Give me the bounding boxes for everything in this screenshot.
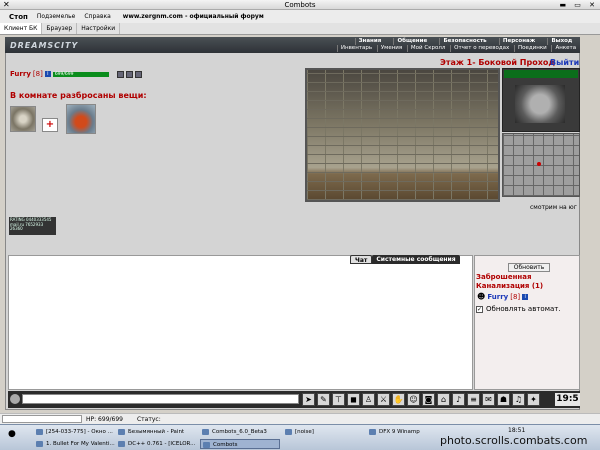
player-status: Furry [8] i 699/699 bbox=[10, 70, 142, 78]
chat-area[interactable] bbox=[8, 255, 473, 390]
player-level: [8] bbox=[32, 70, 43, 78]
player-marker-icon bbox=[537, 162, 541, 166]
nav-my-scroll[interactable]: Мой Скролл bbox=[406, 45, 448, 52]
room-items-title: В комнате разбросаны вещи: bbox=[10, 91, 147, 100]
close-icon[interactable]: ✕ bbox=[3, 0, 10, 10]
send-icon[interactable]: ➤ bbox=[302, 393, 315, 406]
mail-icon[interactable]: ✉ bbox=[482, 393, 495, 406]
online-user-name[interactable]: Furry bbox=[487, 293, 508, 301]
filter-icon[interactable]: ⊤ bbox=[332, 393, 345, 406]
task-item[interactable]: DFX 9 Winamp bbox=[367, 427, 420, 437]
client-tabs: Клиент БК Браузер Настройки bbox=[0, 23, 600, 35]
dreamscity-logo: DREAMSCITY bbox=[10, 41, 79, 50]
hp-bar: 699/699 bbox=[52, 71, 109, 77]
chat-toolbar: ➤ ✎ ⊤ ◼ ♙ ⚔ ✋ ☺ ◙ ⌂ ♪ ≡ ✉ ☗ ♫ ✦ bbox=[302, 393, 540, 406]
tab-client[interactable]: Клиент БК bbox=[0, 23, 43, 34]
task-item[interactable]: Безымянный - Paint bbox=[116, 427, 184, 437]
auto-update-label: Обновлять автомат. bbox=[486, 305, 561, 313]
forum-link[interactable]: www.zergnm.com - официальный форум bbox=[123, 13, 264, 20]
scroll-icon[interactable]: ≡ bbox=[467, 393, 480, 406]
status-field bbox=[2, 415, 82, 423]
hp-status: HP: 699/699 bbox=[86, 415, 123, 423]
nav-communication[interactable]: Общение bbox=[393, 38, 430, 45]
status-bar: HP: 699/699 Статус: bbox=[0, 413, 600, 424]
nav-profile[interactable]: Анкета bbox=[551, 45, 579, 52]
exit-link[interactable]: Выйти bbox=[550, 58, 579, 67]
nav-security[interactable]: Безопасность bbox=[439, 38, 489, 45]
clear-icon[interactable]: ✎ bbox=[317, 393, 330, 406]
task-item[interactable]: 1. Bullet For My Valenti... bbox=[34, 439, 115, 449]
map-icon[interactable]: ⌂ bbox=[437, 393, 450, 406]
window-controls[interactable]: ▬ ▭ ✕ bbox=[559, 0, 598, 10]
player-name[interactable]: Furry bbox=[10, 70, 31, 78]
info-icon[interactable]: i bbox=[522, 293, 529, 300]
nav-character[interactable]: Персонаж bbox=[498, 38, 538, 45]
item-nut[interactable] bbox=[10, 106, 36, 132]
tab-chat[interactable]: Чат bbox=[350, 255, 373, 264]
user-icon: ☻ bbox=[477, 292, 486, 301]
bag-icon[interactable]: ◙ bbox=[422, 393, 435, 406]
watermark: photo.scrolls.combats.com bbox=[440, 434, 588, 447]
info-icon[interactable]: i bbox=[44, 71, 51, 77]
tab-browser[interactable]: Браузер bbox=[42, 23, 78, 34]
nav-duels[interactable]: Поединки bbox=[513, 45, 550, 52]
task-item[interactable]: [noise] bbox=[283, 427, 314, 437]
window-title: Combots bbox=[284, 1, 316, 9]
stop-button[interactable]: Стоп bbox=[9, 13, 28, 21]
counter-visits: 26360 bbox=[10, 226, 23, 231]
task-item-active[interactable]: Combots bbox=[200, 439, 280, 449]
nav-top: Знания Общение Безопасность Персонаж Вых… bbox=[350, 38, 580, 45]
online-user: ☻ Furry [8] i bbox=[477, 292, 529, 301]
nav-knowledge[interactable]: Знания bbox=[354, 38, 385, 45]
chat-input[interactable] bbox=[22, 394, 299, 404]
users-icon[interactable]: ☗ bbox=[497, 393, 510, 406]
nav-inventory[interactable]: Инвентарь bbox=[336, 45, 375, 52]
refresh-button[interactable]: Обновить bbox=[508, 263, 550, 272]
game-clock: 19:5 bbox=[555, 393, 580, 406]
nav-transfer-report[interactable]: Отчет о переводах bbox=[450, 45, 512, 52]
item-first-aid[interactable]: + bbox=[42, 118, 58, 132]
nav-skills[interactable]: Умения bbox=[376, 45, 405, 52]
task-item[interactable]: [254-033-775] - Окно ... bbox=[34, 427, 113, 437]
fight-icon[interactable]: ⚔ bbox=[377, 393, 390, 406]
chat-tabs: Чат Системные сообщения bbox=[350, 255, 460, 264]
looking-direction: смотрим на юг bbox=[530, 204, 577, 211]
compass-icon[interactable] bbox=[515, 85, 565, 123]
hand-icon[interactable]: ✋ bbox=[392, 393, 405, 406]
location-title: Этаж 1- Боковой Проход bbox=[440, 58, 555, 67]
shield-icon[interactable] bbox=[134, 70, 142, 78]
menu-item-dungeon[interactable]: Подземелье bbox=[37, 13, 76, 20]
tray-clock: 18:51 bbox=[508, 427, 526, 434]
tab-settings[interactable]: Настройки bbox=[77, 23, 121, 34]
zone-title: Заброшенная Канализация (1) bbox=[476, 273, 544, 290]
auto-update-checkbox[interactable]: ✓ bbox=[476, 305, 483, 313]
item-potion[interactable] bbox=[66, 104, 96, 134]
music-icon[interactable]: ♪ bbox=[452, 393, 465, 406]
bell-icon[interactable]: ♫ bbox=[512, 393, 525, 406]
turn-bar[interactable] bbox=[504, 70, 578, 78]
menu-item-help[interactable]: Справка bbox=[84, 13, 110, 20]
online-user-level: [8] bbox=[510, 292, 521, 301]
shield-icon[interactable] bbox=[116, 70, 124, 78]
rating-counters[interactable]: RATING 0440333545 mail.ru 7652933 26360 bbox=[9, 217, 56, 235]
room-view bbox=[305, 68, 500, 202]
mute-icon[interactable]: ◼ bbox=[347, 393, 360, 406]
task-item[interactable]: Combots_6.0_Beta3 bbox=[200, 427, 267, 437]
window-titlebar: ✕ Combots ▬ ▭ ✕ bbox=[0, 0, 600, 10]
nav-exit[interactable]: Выход bbox=[547, 38, 575, 45]
menu-bar: Стоп Подземелье Справка www.zergnm.com -… bbox=[0, 10, 600, 23]
status-label: Статус: bbox=[136, 415, 161, 423]
shield-icon[interactable] bbox=[125, 70, 133, 78]
magic-icon[interactable]: ✦ bbox=[527, 393, 540, 406]
minimap bbox=[502, 133, 580, 197]
walk-icon[interactable]: ♙ bbox=[362, 393, 375, 406]
hp-value: 699/699 bbox=[54, 71, 74, 77]
smile-icon[interactable]: ☺ bbox=[407, 393, 420, 406]
tab-system-messages[interactable]: Системные сообщения bbox=[372, 255, 460, 264]
auto-update-row: ✓ Обновлять автомат. bbox=[476, 305, 561, 313]
task-item[interactable]: DC++ 0.761 - [ICELOR... bbox=[116, 439, 195, 449]
nav-bottom: Инвентарь Умения Мой Скролл Отчет о пере… bbox=[336, 45, 580, 52]
smiley-icon[interactable] bbox=[10, 394, 20, 404]
start-icon[interactable]: ● bbox=[8, 429, 16, 439]
